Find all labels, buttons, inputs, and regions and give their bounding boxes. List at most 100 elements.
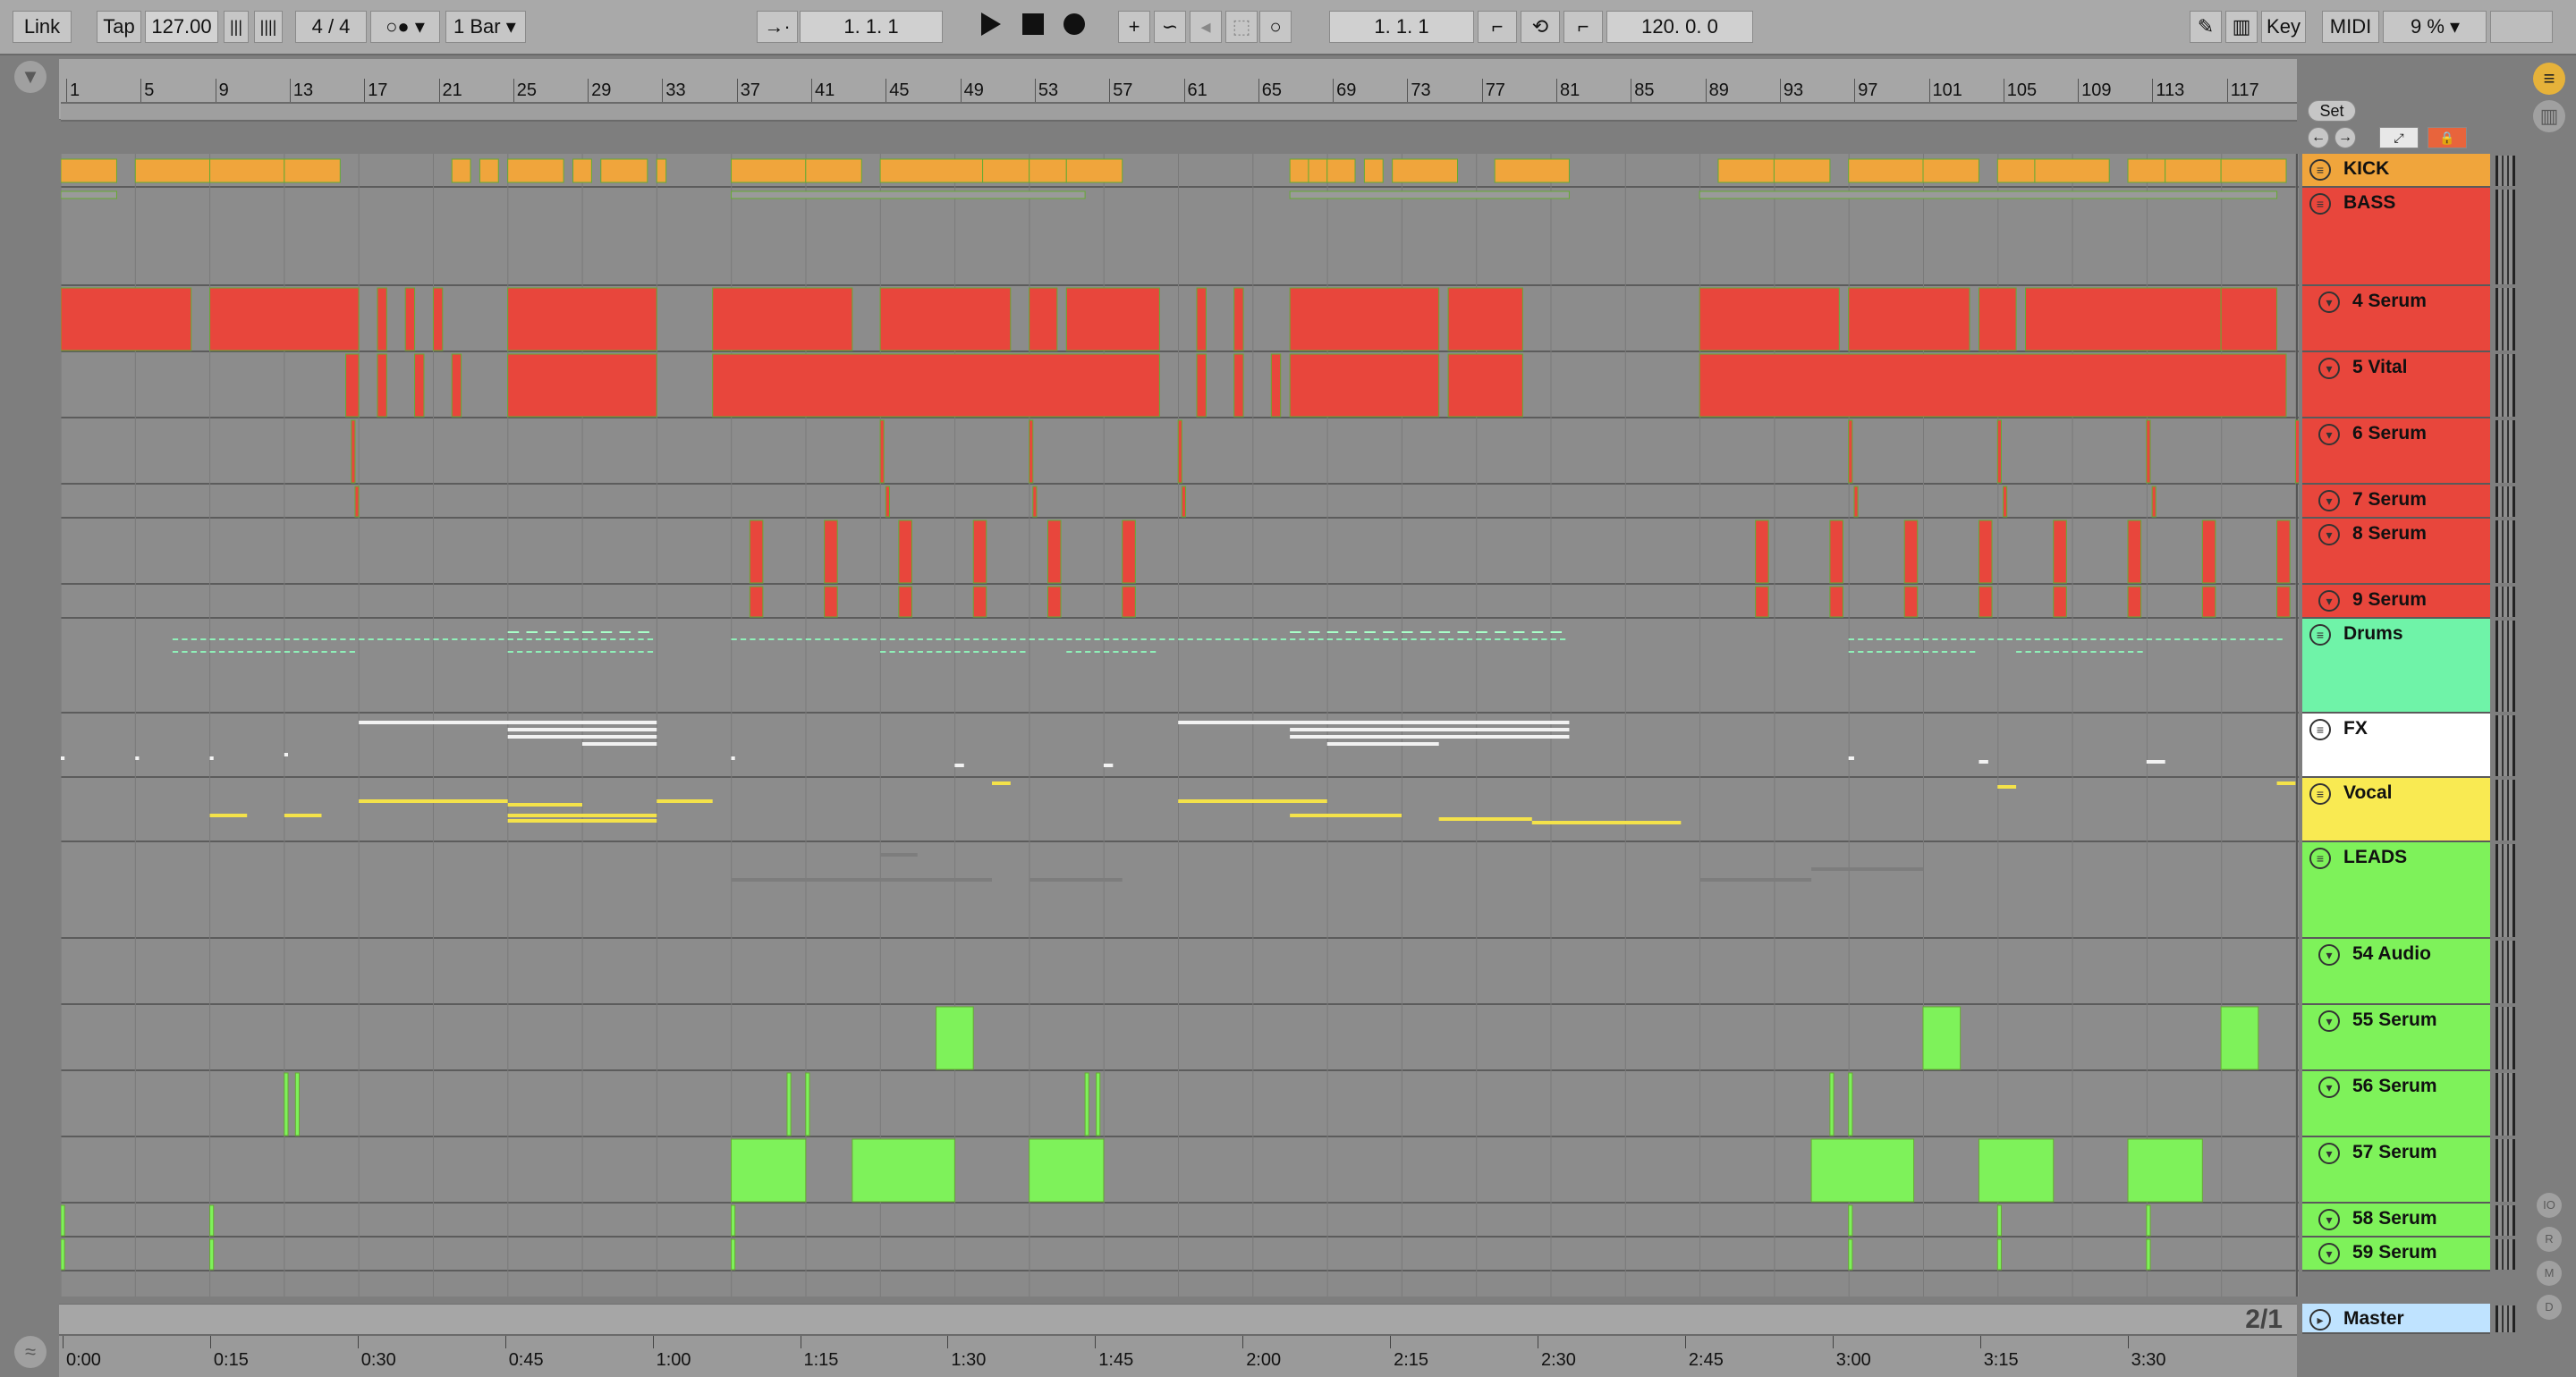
clip[interactable] (1447, 287, 1523, 351)
clip[interactable] (2053, 520, 2067, 584)
clip[interactable] (1308, 158, 1328, 183)
clip[interactable] (1289, 190, 1570, 199)
loop-brace-bar[interactable] (61, 102, 2297, 122)
clip[interactable] (345, 353, 360, 418)
clip[interactable] (749, 520, 764, 584)
clip[interactable] (1996, 1238, 2002, 1271)
clip[interactable] (284, 1072, 289, 1136)
clip[interactable] (1773, 158, 1831, 183)
track-header[interactable]: ▾ 58 Serum (2302, 1204, 2490, 1238)
clip[interactable] (1848, 1204, 1853, 1237)
clip[interactable] (404, 287, 416, 351)
clip[interactable] (731, 1238, 736, 1271)
loop-start-field[interactable]: 1. 1. 1 (1329, 11, 1474, 43)
clip[interactable] (1084, 1072, 1089, 1136)
track-header[interactable]: ≡ Vocal (2302, 778, 2490, 842)
time-signature-field[interactable]: 4 / 4 (295, 11, 367, 43)
nav-left-icon[interactable]: ← (2308, 127, 2329, 148)
group-fold-icon[interactable]: ≡ (2309, 193, 2331, 215)
clip[interactable] (2127, 520, 2142, 584)
clip[interactable] (1029, 287, 1058, 351)
clip[interactable] (1029, 419, 1034, 484)
record-icon[interactable] (1061, 11, 1088, 43)
clip[interactable] (2276, 520, 2291, 584)
clip[interactable] (414, 353, 425, 418)
punch-in-icon[interactable]: ⌐ (1478, 11, 1517, 43)
clip[interactable] (824, 520, 838, 584)
clip[interactable] (1853, 486, 1859, 518)
master-lane[interactable]: 2/1 (59, 1304, 2297, 1334)
clip[interactable] (1848, 1238, 1853, 1271)
clip[interactable] (209, 287, 360, 351)
clip[interactable] (2053, 586, 2067, 618)
track-header[interactable]: ▾ 6 Serum (2302, 418, 2490, 485)
clip[interactable] (1122, 586, 1136, 618)
clip[interactable] (805, 1072, 810, 1136)
clip[interactable] (805, 158, 862, 183)
clip[interactable] (1065, 287, 1160, 351)
clip[interactable] (898, 586, 912, 618)
arrangement-view[interactable] (61, 154, 2299, 1297)
track-header[interactable]: ▾ 54 Audio (2302, 939, 2490, 1005)
clip[interactable] (1978, 520, 1993, 584)
clip[interactable] (1996, 158, 2036, 183)
track-header[interactable]: ▾ 4 Serum (2302, 286, 2490, 352)
clip[interactable] (731, 190, 1086, 199)
clip[interactable] (432, 287, 444, 351)
clip[interactable] (972, 586, 987, 618)
clip[interactable] (786, 1072, 792, 1136)
track-header[interactable]: ▾ 55 Serum (2302, 1005, 2490, 1071)
clip[interactable] (2276, 586, 2291, 618)
clip[interactable] (294, 1072, 300, 1136)
clip-lanes[interactable] (61, 154, 2299, 1297)
clip[interactable] (351, 419, 356, 484)
clip[interactable] (2025, 287, 2222, 351)
clip[interactable] (572, 158, 592, 183)
track-header[interactable]: ▾ 7 Serum (2302, 485, 2490, 519)
clip[interactable] (1065, 158, 1123, 183)
clip[interactable] (1181, 486, 1187, 518)
keyboard-icon[interactable]: ▥ (2225, 11, 2258, 43)
clip[interactable] (2165, 158, 2222, 183)
track-header[interactable]: ≡ KICK (2302, 154, 2490, 188)
clip[interactable] (209, 1204, 215, 1237)
track-header[interactable]: ▾ 8 Serum (2302, 519, 2490, 585)
tempo-nudge-down-icon[interactable]: ||| (224, 11, 249, 43)
group-fold-icon[interactable]: ≡ (2309, 159, 2331, 181)
clip[interactable] (2003, 486, 2008, 518)
clip[interactable] (1326, 158, 1356, 183)
clip[interactable] (656, 158, 667, 183)
clip[interactable] (1996, 419, 2002, 484)
nav-right-icon[interactable]: → (2334, 127, 2356, 148)
clip[interactable] (209, 1238, 215, 1271)
group-fold-icon[interactable]: ≡ (2309, 848, 2331, 869)
loop-length-field[interactable]: 120. 0. 0 (1606, 11, 1753, 43)
overview-toggle-icon[interactable]: ≈ (14, 1336, 47, 1368)
clip[interactable] (2220, 158, 2287, 183)
fold-device-icon[interactable]: ▾ (2318, 424, 2340, 445)
clip[interactable] (1810, 1138, 1915, 1203)
clip[interactable] (2127, 158, 2166, 183)
mixer-toggle-icon[interactable]: M (2537, 1261, 2562, 1286)
clip[interactable] (1755, 586, 1769, 618)
clip[interactable] (1233, 287, 1244, 351)
browser-toggle-icon[interactable]: ▼ (14, 61, 47, 93)
clip[interactable] (972, 520, 987, 584)
clip[interactable] (731, 1204, 736, 1237)
clip[interactable] (731, 1138, 807, 1203)
fold-device-icon[interactable]: ▾ (2318, 490, 2340, 511)
clip[interactable] (507, 353, 657, 418)
clip[interactable] (712, 353, 1160, 418)
clip[interactable] (936, 1006, 974, 1070)
back-to-arrangement-icon[interactable]: ◂ (1190, 11, 1222, 43)
clip[interactable] (2201, 520, 2216, 584)
clip[interactable] (1848, 419, 1853, 484)
arrangement-view-icon[interactable]: ≡ (2533, 63, 2565, 95)
clip[interactable] (2127, 586, 2142, 618)
fold-device-icon[interactable]: ▾ (2318, 1209, 2340, 1230)
set-button[interactable]: Set (2308, 100, 2356, 122)
track-header[interactable]: ≡ LEADS (2302, 842, 2490, 939)
clip[interactable] (1270, 353, 1282, 418)
group-fold-icon[interactable]: ≡ (2309, 783, 2331, 805)
clip[interactable] (1978, 1138, 2055, 1203)
